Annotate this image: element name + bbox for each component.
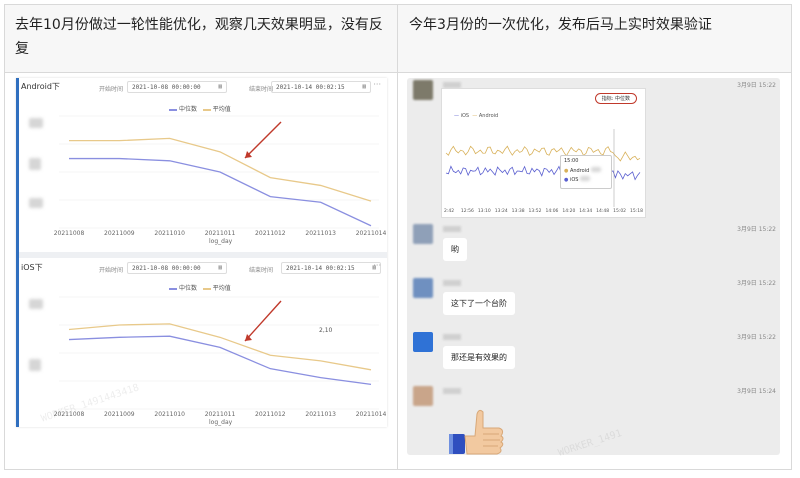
x-tick-label: 13:38 xyxy=(511,209,525,214)
tooltip-series-ios: iOS xyxy=(569,177,579,183)
thumbs-up-icon[interactable] xyxy=(447,408,505,456)
redacted-sender-name xyxy=(443,388,461,394)
performance-dashboard-screenshot: Android下 开始时间 2021-10-08 00:00:00 ▦ 结束时间 … xyxy=(16,78,387,427)
x-tick-label: 15:02 xyxy=(613,209,627,214)
x-tick-label: 2:42 xyxy=(444,209,455,214)
x-tick-label: 20211010 xyxy=(154,411,185,418)
message-time: 3月9日 15:22 xyxy=(737,82,776,89)
x-tick-label: 20211012 xyxy=(255,411,286,418)
x-tick-label: 14:06 xyxy=(545,209,559,214)
x-tick-label: 13:52 xyxy=(528,209,542,214)
bullet-icon: ● xyxy=(564,177,569,183)
message-time: 3月9日 15:22 xyxy=(737,334,776,341)
x-axis-name: log_day xyxy=(209,419,233,426)
message-bubble[interactable]: 那还是有效果的 xyxy=(443,346,515,369)
arrow-annotation xyxy=(244,300,282,342)
x-tick-label: 20211008 xyxy=(53,230,85,237)
avatar[interactable] xyxy=(413,386,433,406)
x-axis-name: log_day xyxy=(209,238,233,245)
arrow-annotation xyxy=(244,121,282,159)
x-tick-label: 20211011 xyxy=(204,411,236,418)
x-tick-label: 14:34 xyxy=(579,209,593,214)
x-tick-label: 20211011 xyxy=(204,230,236,237)
x-tick-label: 15:18 xyxy=(630,209,643,214)
x-tick-label: 14:48 xyxy=(596,209,610,214)
bullet-icon: ● xyxy=(564,168,569,174)
x-tick-label: 20211013 xyxy=(305,411,336,418)
column-divider xyxy=(397,5,398,469)
tooltip-time: 15:00 xyxy=(564,158,579,164)
series-line-median xyxy=(68,335,372,386)
x-tick-label: 14:20 xyxy=(562,209,576,214)
x-tick-label: 13:10 xyxy=(477,209,491,214)
left-column-header: 去年10月份做过一轮性能优化，观察几天效果明显，没有反复 xyxy=(15,17,383,57)
redacted-value xyxy=(590,167,601,172)
message-time: 3月9日 15:22 xyxy=(737,280,776,287)
android-line-chart xyxy=(59,115,379,229)
x-tick-label: 13:24 xyxy=(494,209,508,214)
x-tick-label: 20211010 xyxy=(154,230,185,237)
avatar[interactable] xyxy=(413,224,433,244)
redacted-sender-name xyxy=(443,280,461,286)
panel-separator xyxy=(19,252,387,258)
chat-screenshot: 3月9日 15:22 指标: 中位数 — iOS — Android 15:00… xyxy=(407,78,780,459)
right-column-header: 今年3月份的一次优化，发布后马上实时效果验证 xyxy=(409,17,712,33)
x-tick-label: 20211009 xyxy=(104,411,135,418)
avatar[interactable] xyxy=(413,80,433,100)
avatar[interactable] xyxy=(413,332,433,352)
x-tick-label: 20211013 xyxy=(305,230,336,237)
x-tick-label: 20211012 xyxy=(255,230,286,237)
watermark: WORKER_1491 xyxy=(556,428,624,459)
x-tick-label: 20211014 xyxy=(355,411,387,418)
shared-chart-image[interactable]: 指标: 中位数 — iOS — Android 15:00 ● Android … xyxy=(441,88,646,218)
android-chart-panel: Android下 开始时间 2021-10-08 00:00:00 ▦ 结束时间 … xyxy=(19,78,387,246)
x-tick-label: 12:56 xyxy=(460,209,474,214)
message-time: 3月9日 15:24 xyxy=(737,388,776,395)
x-tick-label: 20211009 xyxy=(104,230,135,237)
redacted-sender-name xyxy=(443,334,461,340)
avatar[interactable] xyxy=(413,278,433,298)
message-bubble[interactable]: 这下了一个台阶 xyxy=(443,292,515,315)
x-tick-label: 20211014 xyxy=(355,230,387,237)
tooltip-series-android: Android xyxy=(569,168,590,174)
redacted-sender-name xyxy=(443,226,461,232)
series-line-average xyxy=(69,137,372,202)
series-line-median xyxy=(69,157,372,227)
message-time: 3月9日 15:22 xyxy=(737,226,776,233)
redacted-value xyxy=(580,176,591,181)
message-bubble[interactable]: 哟 xyxy=(443,238,467,261)
chart-tooltip: 15:00 ● Android ● iOS xyxy=(560,155,612,189)
realtime-line-chart xyxy=(445,129,641,207)
